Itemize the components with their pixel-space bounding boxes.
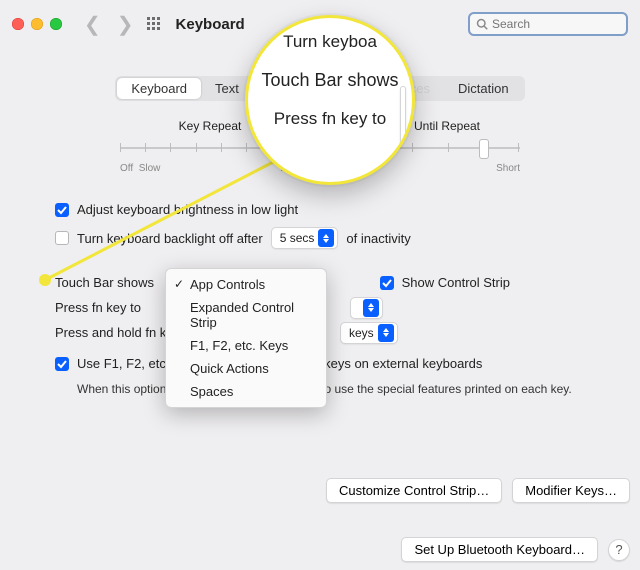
press-hold-fn-select[interactable]: keys	[340, 322, 398, 344]
window-title: Keyboard	[176, 16, 245, 33]
close-window[interactable]	[12, 18, 24, 30]
stepper-icon	[363, 299, 379, 317]
back-button[interactable]: ❮	[80, 12, 105, 37]
search-icon	[476, 18, 488, 30]
stepper-icon	[318, 229, 334, 247]
show-control-strip-label: Show Control Strip	[402, 275, 510, 290]
menu-item-f-keys[interactable]: F1, F2, etc. Keys	[166, 334, 326, 357]
callout-anchor	[39, 274, 51, 286]
menu-item-spaces[interactable]: Spaces	[166, 380, 326, 403]
window-controls	[12, 18, 62, 30]
backlight-off-suffix: of inactivity	[346, 231, 410, 246]
tab-dictation[interactable]: Dictation	[444, 78, 523, 99]
touch-bar-shows-menu[interactable]: App Controls Expanded Control Strip F1, …	[165, 268, 327, 408]
press-fn-select[interactable]	[350, 297, 383, 319]
customize-control-strip-button[interactable]: Customize Control Strip…	[326, 478, 502, 503]
use-fn-keys-checkbox[interactable]	[55, 357, 69, 371]
show-control-strip-checkbox[interactable]	[380, 276, 394, 290]
tab-keyboard[interactable]: Keyboard	[117, 78, 201, 99]
adjust-brightness-label: Adjust keyboard brightness in low light	[77, 202, 298, 217]
bottom-buttons-2: Set Up Bluetooth Keyboard… ?	[401, 537, 630, 562]
backlight-off-checkbox[interactable]	[55, 231, 69, 245]
callout-magnifier: Turn keyboa Touch Bar shows Press fn key…	[245, 15, 415, 185]
press-fn-label: Press fn key to	[55, 300, 141, 315]
bottom-buttons-1: Customize Control Strip… Modifier Keys…	[326, 478, 630, 503]
zoom-window[interactable]	[50, 18, 62, 30]
search-field[interactable]	[468, 12, 628, 36]
search-input[interactable]	[492, 17, 640, 31]
backlight-off-label: Turn keyboard backlight off after	[77, 231, 263, 246]
modifier-keys-button[interactable]: Modifier Keys…	[512, 478, 630, 503]
touch-bar-shows-label: Touch Bar shows	[55, 275, 154, 290]
menu-item-app-controls[interactable]: App Controls	[166, 273, 326, 296]
backlight-timeout-select[interactable]: 5 secs	[271, 227, 339, 249]
show-all-icon[interactable]	[146, 16, 162, 32]
bluetooth-keyboard-button[interactable]: Set Up Bluetooth Keyboard…	[401, 537, 598, 562]
stepper-icon	[378, 324, 394, 342]
help-button[interactable]: ?	[608, 539, 630, 561]
adjust-brightness-checkbox[interactable]	[55, 203, 69, 217]
minimize-window[interactable]	[31, 18, 43, 30]
use-fn-keys-hint: When this option is selected, press the …	[77, 381, 598, 398]
forward-button[interactable]: ❯	[113, 12, 138, 37]
menu-item-quick-actions[interactable]: Quick Actions	[166, 357, 326, 380]
menu-item-expanded-strip[interactable]: Expanded Control Strip	[166, 296, 326, 334]
